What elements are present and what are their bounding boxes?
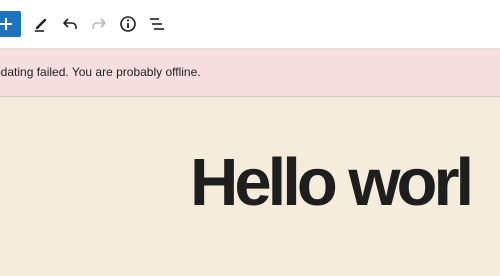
redo-icon xyxy=(89,14,109,34)
pencil-icon xyxy=(31,14,51,34)
details-button[interactable] xyxy=(116,12,140,36)
editor-toolbar xyxy=(0,0,500,49)
editor-canvas[interactable]: Hello worl xyxy=(0,97,500,276)
post-title[interactable]: Hello worl xyxy=(190,149,474,216)
undo-icon xyxy=(60,14,80,34)
redo-button[interactable] xyxy=(87,12,111,36)
plus-icon xyxy=(0,16,14,32)
add-block-button[interactable] xyxy=(0,11,21,37)
error-notice: pdating failed. You are probably offline… xyxy=(0,49,500,97)
list-view-button[interactable] xyxy=(145,12,169,36)
undo-button[interactable] xyxy=(58,12,82,36)
tools-button[interactable] xyxy=(29,12,53,36)
info-icon xyxy=(118,14,138,34)
notice-message: pdating failed. You are probably offline… xyxy=(0,65,201,79)
list-view-icon xyxy=(147,14,167,34)
